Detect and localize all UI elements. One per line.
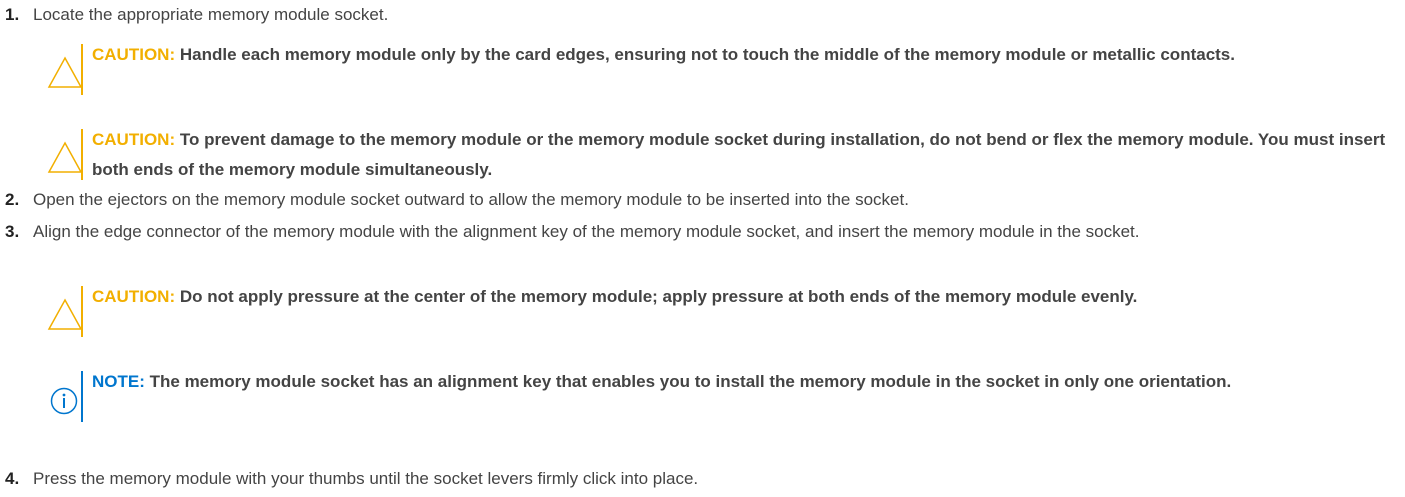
caution-text: Do not apply pressure at the center of t… [179, 287, 1138, 306]
step-4: 4. Press the memory module with your thu… [0, 466, 1363, 491]
caution-notice: CAUTION: Do not apply pressure at the ce… [47, 286, 1387, 337]
step-2: 2. Open the ejectors on the memory modul… [0, 187, 1363, 212]
note-notice: NOTE: The memory module socket has an al… [47, 371, 1387, 422]
caution-body: CAUTION: Do not apply pressure at the ce… [92, 282, 1392, 312]
step-number: 2. [5, 190, 20, 209]
caution-bar [81, 129, 83, 180]
caution-label: CAUTION: [92, 45, 176, 64]
note-text: The memory module socket has an alignmen… [149, 372, 1232, 391]
info-circle-icon [50, 387, 78, 415]
caution-triangle-icon [47, 141, 83, 173]
caution-bar [81, 286, 83, 337]
caution-label: CAUTION: [92, 287, 176, 306]
step-1: 1. Locate the appropriate memory module … [0, 2, 1363, 27]
note-label: NOTE: [92, 372, 145, 391]
note-bar [81, 371, 83, 422]
note-body: NOTE: The memory module socket has an al… [92, 367, 1392, 397]
caution-body: CAUTION: Handle each memory module only … [92, 40, 1392, 70]
caution-body: CAUTION: To prevent damage to the memory… [92, 125, 1392, 185]
caution-triangle-icon [47, 56, 83, 88]
caution-triangle-icon [47, 298, 83, 330]
step-3: 3. Align the edge connector of the memor… [0, 219, 1403, 244]
step-number: 1. [5, 5, 20, 24]
caution-text: Handle each memory module only by the ca… [179, 45, 1235, 64]
caution-label: CAUTION: [92, 130, 176, 149]
step-number: 3. [5, 222, 20, 241]
caution-notice: CAUTION: To prevent damage to the memory… [47, 129, 1387, 180]
caution-text: To prevent damage to the memory module o… [92, 130, 1386, 179]
step-text: Open the ejectors on the memory module s… [33, 190, 909, 209]
step-number: 4. [5, 469, 20, 488]
caution-bar [81, 44, 83, 95]
step-text: Locate the appropriate memory module soc… [33, 5, 389, 24]
step-text: Align the edge connector of the memory m… [33, 222, 1140, 241]
caution-notice: CAUTION: Handle each memory module only … [47, 44, 1387, 95]
step-text: Press the memory module with your thumbs… [33, 469, 699, 488]
